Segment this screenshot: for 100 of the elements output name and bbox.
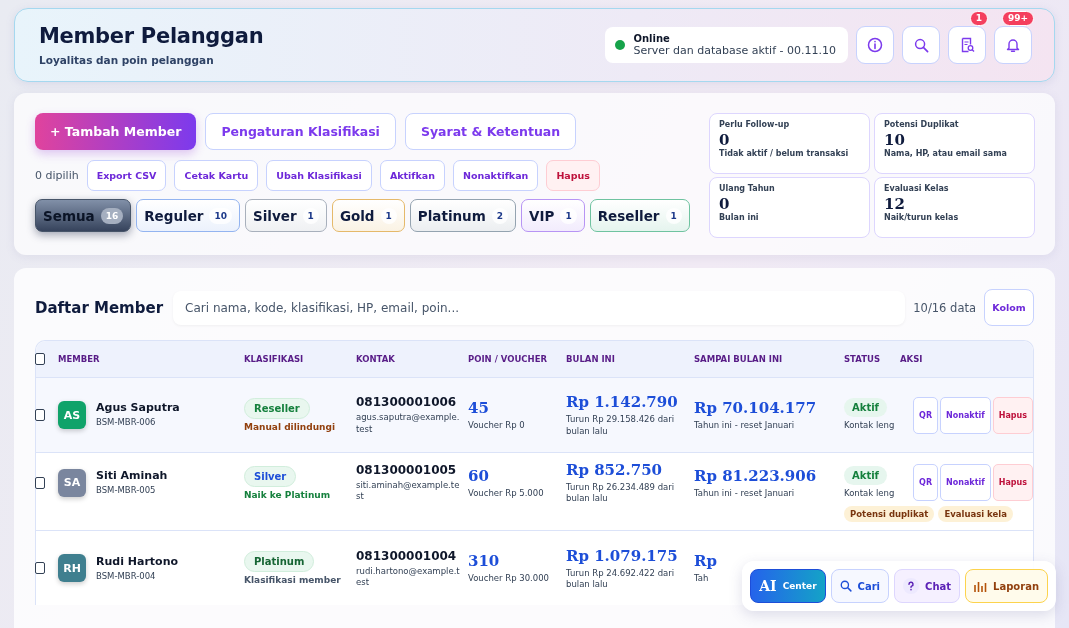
- member-code: BSM-MBR-004: [96, 570, 156, 582]
- member-name: Siti Aminah: [96, 469, 168, 482]
- member-code: BSM-MBR-006: [96, 417, 156, 429]
- filter-chip[interactable]: Reguler 10: [136, 199, 240, 232]
- stat-value: 0: [719, 131, 731, 149]
- column-header: MEMBER: [58, 354, 101, 364]
- ai-center-button[interactable]: AI Center: [750, 569, 826, 603]
- phone-number: 081300001006: [356, 395, 457, 410]
- count-badge: 16: [100, 207, 124, 224]
- filter-chip[interactable]: VIP 1: [521, 199, 585, 232]
- filter-chip[interactable]: Platinum 2: [409, 199, 517, 232]
- member-name: Rudi Hartono: [96, 554, 179, 568]
- column-header: KONTAK: [356, 354, 396, 364]
- search-button[interactable]: Cari: [830, 569, 890, 603]
- status-detail: Server dan database aktif - 00.11.10: [633, 44, 836, 57]
- column-header: SAMPAI BULAN INI: [694, 354, 784, 364]
- search-field[interactable]: Cari nama, kode, klasifikasi, HP, email, poin...: [173, 290, 906, 325]
- status-label: Online: [633, 33, 671, 44]
- info-icon: [867, 37, 883, 53]
- bulk-action-button[interactable]: Export CSV: [86, 160, 167, 191]
- bulk-action-button[interactable]: Ubah Klasifikasi: [266, 160, 372, 191]
- report-button[interactable]: [948, 26, 986, 64]
- month-sales: Rp 1.079.175: [566, 546, 678, 565]
- bulk-action-button[interactable]: Hapus: [546, 160, 600, 191]
- search-icon: [913, 37, 929, 53]
- status-tag: Aktif: [844, 466, 887, 485]
- add-member-button[interactable]: + Tambah Member: [35, 113, 197, 150]
- status-note: Kontak leng: [844, 488, 895, 500]
- search-button[interactable]: [902, 26, 940, 64]
- voucher-value: Voucher Rp 30.000: [468, 573, 549, 585]
- email: agus.saputra@example.test: [356, 412, 460, 435]
- total-sales: Rp: [694, 552, 717, 571]
- phone-number: 081300001005: [356, 463, 457, 477]
- member-code: BSM-MBR-005: [96, 485, 156, 497]
- bell-icon: [1005, 37, 1021, 53]
- filter-chip[interactable]: Reseller 1: [589, 199, 690, 232]
- bar-chart-icon: [974, 580, 988, 592]
- stat-value: 10: [884, 131, 906, 149]
- column-header: AKSI: [900, 354, 924, 364]
- checkbox[interactable]: [35, 409, 45, 421]
- email: rudi.hartono@example.test: [356, 565, 460, 588]
- info-button[interactable]: [856, 26, 894, 64]
- classification-tag: Platinum: [244, 551, 315, 573]
- filter-chip[interactable]: Gold 1: [331, 199, 405, 232]
- page-title: Member Pelanggan: [39, 24, 264, 48]
- columns-button[interactable]: Kolom: [984, 289, 1034, 326]
- classification-note: Naik ke Platinum: [244, 489, 331, 500]
- voucher-value: Voucher Rp 0: [468, 419, 525, 431]
- stat-value: 0: [719, 195, 731, 213]
- row-action-button[interactable]: QR: [913, 464, 939, 502]
- stat-label: Perlu Follow-up: [719, 120, 791, 129]
- help-icon: [903, 578, 920, 594]
- stat-label: Ulang Tahun: [719, 184, 776, 193]
- month-note: Turun Rp 24.692.422 dari bulan lalu: [566, 567, 676, 590]
- row-action-button[interactable]: Nonaktif: [940, 464, 991, 502]
- checkbox[interactable]: [35, 562, 45, 575]
- total-note: Tahun ini - reset Januari: [694, 419, 795, 431]
- page-subtitle: Loyalitas dan poin pelanggan: [39, 54, 215, 66]
- count-badge: 1: [560, 207, 577, 224]
- stat-note: Bulan ini: [719, 213, 760, 222]
- list-title: Daftar Member: [35, 298, 164, 317]
- status-note: Kontak leng: [844, 420, 895, 432]
- row-action-button[interactable]: Nonaktif: [940, 396, 991, 434]
- checkbox[interactable]: [35, 476, 45, 489]
- bulk-action-button[interactable]: Aktifkan: [379, 160, 445, 191]
- bulk-action-button[interactable]: Cetak Kartu: [174, 160, 259, 191]
- chat-button[interactable]: Chat: [894, 569, 961, 603]
- report-button[interactable]: Laporan: [965, 569, 1048, 603]
- selected-count: 0 dipilih: [35, 169, 79, 182]
- column-header: KLASIFIKASI: [244, 354, 305, 364]
- points-value: 310: [468, 552, 500, 571]
- notification-badge: 99+: [1001, 11, 1034, 26]
- warning-tag: Evaluasi kela: [938, 506, 1013, 523]
- phone-number: 081300001004: [356, 548, 457, 563]
- total-sales: Rp 70.104.177: [694, 398, 817, 417]
- stat-note: Tidak aktif / belum transaksi: [719, 149, 850, 158]
- bulk-action-button[interactable]: Nonaktifkan: [452, 160, 539, 191]
- warning-tag: Potensi duplikat: [844, 506, 935, 523]
- voucher-value: Voucher Rp 5.000: [468, 487, 544, 499]
- notification-button[interactable]: [994, 26, 1032, 64]
- column-header: BULAN INI: [566, 354, 616, 364]
- document-icon: [959, 37, 975, 53]
- email: siti.aminah@example.test: [356, 480, 460, 503]
- row-action-button[interactable]: QR: [913, 396, 939, 434]
- month-sales: Rp 1.142.790: [566, 393, 678, 412]
- row-action-button[interactable]: Hapus: [992, 464, 1033, 502]
- data-count: 10/16 data: [913, 300, 976, 315]
- row-action-button[interactable]: Hapus: [992, 396, 1033, 434]
- classification-note: Manual dilindungi: [244, 422, 336, 432]
- column-header: STATUS: [844, 354, 881, 364]
- status-tag: Aktif: [844, 398, 887, 418]
- stat-note: Naik/turun kelas: [884, 213, 960, 222]
- month-sales: Rp 852.750: [566, 461, 663, 479]
- checkbox[interactable]: [35, 353, 45, 365]
- settings-button[interactable]: Pengaturan Klasifikasi: [205, 113, 396, 150]
- classification-tag: Silver: [244, 465, 297, 487]
- settings-button[interactable]: Syarat & Ketentuan: [404, 113, 577, 150]
- filter-chip[interactable]: Silver 1: [245, 199, 327, 232]
- month-note: Turun Rp 29.158.426 dari bulan lalu: [566, 414, 676, 437]
- stat-value: 12: [884, 195, 906, 213]
